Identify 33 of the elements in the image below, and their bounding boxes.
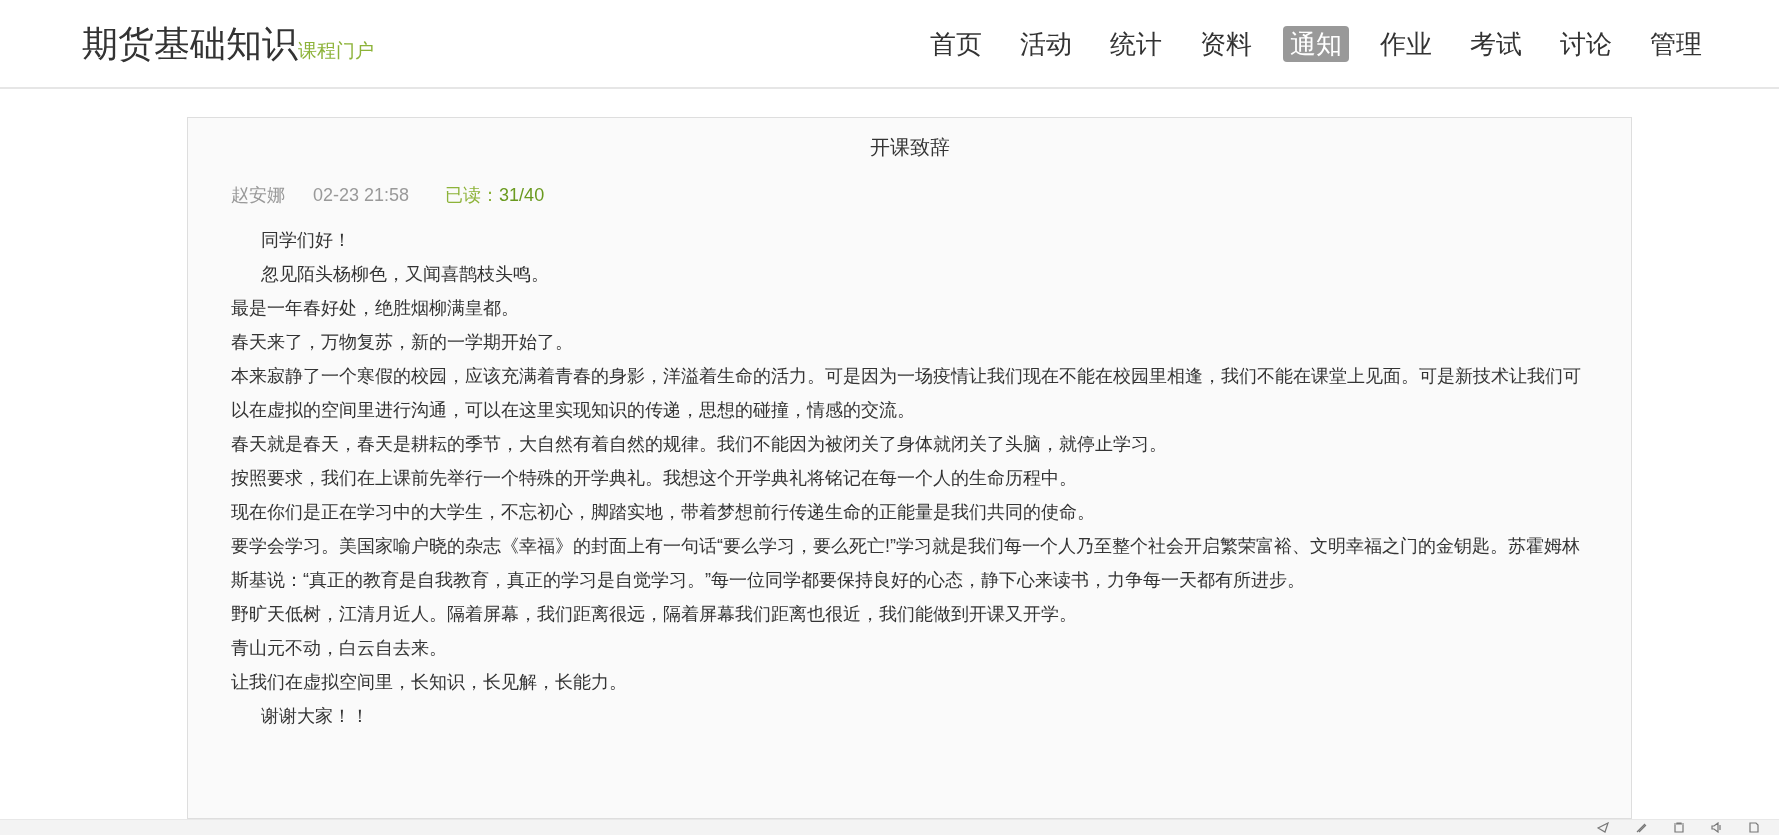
read-label: 已读： [445, 184, 500, 207]
read-count: 31/40 [499, 184, 545, 207]
paragraph: 春天来了，万物复苏，新的一学期开始了。 [231, 331, 574, 354]
portal-label: 课程门户 [298, 40, 374, 60]
notice-title: 开课致辞 [868, 135, 951, 160]
paragraph: 现在你们是正在学习中的大学生，不忘初心，脚踏实地，带着梦想前行传递生命的正能量是我们共同的使命。 [231, 501, 1096, 524]
paragraph: 按照要求，我们在上课前先举行一个特殊的开学典礼。我想这个开学典礼将铭记在每一个人的生命历程中。 [231, 467, 1078, 490]
nav-tab[interactable]: 考试 [1463, 25, 1529, 62]
paragraph: 要学会学习。美国家喻户晓的杂志《幸福》的封面上有一句话“要么学习，要么死亡!”学习就是我们每一个人乃至整个社会开启繁荣富裕、文明幸福之门的金钥匙。苏霍姆林斯基说：“真正的教育是自我教育，真正的学习是自觉学习。”每一位同学都要保持良好的心态，静下心来读书，力争每一天都有所进步。 [231, 535, 1581, 592]
paragraph: 同学们好！ [260, 229, 352, 252]
nav-tab[interactable]: 作业 [1373, 25, 1439, 62]
paragraph: 野旷天低树，江清月近人。隔着屏幕，我们距离很远，隔着屏幕我们距离也很近，我们能做到开课又开学。 [231, 603, 1078, 626]
paragraph: 谢谢大家！！ [260, 705, 370, 728]
paragraph: 忽见陌头杨柳色，又闻喜鹊枝头鸣。 [260, 263, 550, 286]
nav-tab[interactable]: 讨论 [1553, 25, 1619, 62]
nav-tab[interactable]: 首页 [923, 25, 989, 62]
document-icon [1749, 822, 1759, 833]
pen-icon [1635, 822, 1647, 833]
nav-tab[interactable]: 管理 [1643, 25, 1709, 62]
speaker-icon [1711, 822, 1723, 833]
author-name: 赵安娜 [231, 184, 285, 207]
paragraph: 让我们在虚拟空间里，长知识，长见解，长能力。 [231, 671, 628, 694]
paragraph: 最是一年春好处，绝胜烟柳满皇都。 [231, 297, 520, 320]
nav-tab[interactable]: 统计 [1103, 25, 1169, 62]
post-time: 02-23 21:58 [313, 184, 410, 207]
send-icon [1597, 822, 1609, 833]
nav-tab[interactable]: 资料 [1193, 25, 1259, 62]
paragraph: 青山元不动，白云自去来。 [231, 637, 448, 660]
paragraph: 春天就是春天，春天是耕耘的季节，大自然有着自然的规律。我们不能因为被闭关了身体就闭关了头脑，就停止学习。 [231, 433, 1168, 456]
paragraph: 本来寂静了一个寒假的校园，应该充满着青春的身影，洋溢着生命的活力。可是因为一场疫情让我们现在不能在校园里相逢，我们不能在课堂上见面。可是新技术让我们可以在虚拟的空间里进行沟通，可以在这里实现知识的传递，思想的碰撞，情感的交流。 [231, 365, 1582, 422]
trash-icon [1673, 822, 1685, 833]
course-title: 期货基础知识 [82, 25, 298, 62]
nav-tab[interactable]: 活动 [1013, 25, 1079, 62]
